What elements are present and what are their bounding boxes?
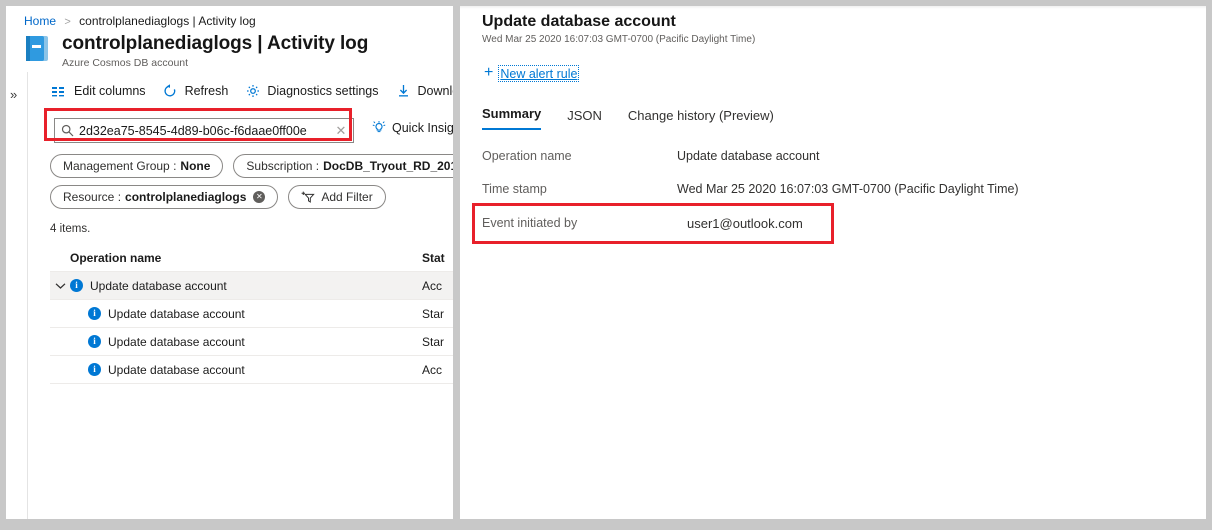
diagnostics-settings-button[interactable]: Diagnostics settings <box>244 84 378 99</box>
filter-value-resource: controlplanediaglogs <box>125 190 246 204</box>
table-header-row: Operation name Stat <box>50 244 453 272</box>
tab-summary[interactable]: Summary <box>482 106 541 130</box>
status-cell: Star <box>422 307 453 321</box>
detail-label-operation-name: Operation name <box>482 149 572 163</box>
info-icon: i <box>88 307 101 320</box>
column-header-status[interactable]: Stat <box>422 251 453 265</box>
diagnostics-settings-label: Diagnostics settings <box>267 84 378 98</box>
filter-label-subscription: Subscription : <box>246 159 319 173</box>
status-cell: Acc <box>422 363 453 377</box>
operation-name-cell: Update database account <box>108 363 245 377</box>
info-icon: i <box>70 279 83 292</box>
search-input[interactable]: 2d32ea75-8545-4d89-b06c-f6daae0ff00e ✕ <box>54 118 354 143</box>
detail-label-time-stamp: Time stamp <box>482 182 547 196</box>
add-filter-button[interactable]: Add Filter <box>288 185 385 209</box>
lightbulb-icon <box>372 121 386 135</box>
activity-log-pane: Home > controlplanediaglogs | Activity l… <box>6 6 453 519</box>
new-alert-rule-label: New alert rule <box>499 66 578 81</box>
tab-change-history[interactable]: Change history (Preview) <box>628 108 774 130</box>
table-row[interactable]: i Update database account Star <box>50 328 453 356</box>
refresh-icon <box>162 84 179 99</box>
columns-icon <box>51 84 68 99</box>
search-icon <box>55 124 79 137</box>
filter-pill-subscription[interactable]: Subscription : DocDB_Tryout_RD_201704 <box>233 154 453 178</box>
table-row[interactable]: i Update database account Acc <box>50 272 453 300</box>
command-toolbar: Edit columns Refresh <box>29 76 453 106</box>
operation-name-cell: Update database account <box>90 279 227 293</box>
breadcrumb-current: controlplanediaglogs | Activity log <box>79 14 256 28</box>
info-icon: i <box>88 363 101 376</box>
info-icon: i <box>88 335 101 348</box>
status-cell: Acc <box>422 279 453 293</box>
event-detail-blade: Update database account Wed Mar 25 2020 … <box>460 6 1206 519</box>
refresh-label: Refresh <box>185 84 229 98</box>
operation-name-cell: Update database account <box>108 335 245 349</box>
screenshot-frame: Home > controlplanediaglogs | Activity l… <box>0 0 1212 530</box>
filter-label-resource: Resource : <box>63 190 121 204</box>
page-header: controlplanediaglogs | Activity log Azur… <box>24 34 368 69</box>
gear-icon <box>244 84 261 99</box>
breadcrumb-separator-icon: > <box>64 16 70 28</box>
page-title: controlplanediaglogs | Activity log <box>62 34 368 53</box>
blade-subtitle-timestamp: Wed Mar 25 2020 16:07:03 GMT-0700 (Pacif… <box>482 34 755 45</box>
detail-label-event-initiated-by: Event initiated by <box>482 216 577 230</box>
download-icon <box>395 84 412 99</box>
filter-pill-management-group[interactable]: Management Group : None <box>50 154 223 178</box>
column-header-operation-name[interactable]: Operation name <box>70 251 161 265</box>
filter-value-subscription: DocDB_Tryout_RD_201704 <box>323 159 453 173</box>
edit-columns-label: Edit columns <box>74 84 146 98</box>
add-filter-label: Add Filter <box>321 190 372 204</box>
blade-title: Update database account <box>482 13 676 31</box>
expand-nav-chevron-icon[interactable]: » <box>10 88 17 101</box>
add-filter-icon <box>301 191 316 204</box>
breadcrumb: Home > controlplanediaglogs | Activity l… <box>24 14 256 28</box>
blade-tabs: Summary JSON Change history (Preview) <box>482 106 800 130</box>
new-alert-rule-button[interactable]: + New alert rule <box>484 65 578 81</box>
breadcrumb-home[interactable]: Home <box>24 14 56 28</box>
tab-json[interactable]: JSON <box>567 108 602 130</box>
filter-pill-resource[interactable]: Resource : controlplanediaglogs ✕ <box>50 185 278 209</box>
refresh-button[interactable]: Refresh <box>162 84 229 99</box>
plus-icon: + <box>484 65 493 81</box>
remove-resource-filter-icon[interactable]: ✕ <box>253 191 265 203</box>
search-input-value: 2d32ea75-8545-4d89-b06c-f6daae0ff00e <box>79 124 329 138</box>
table-row[interactable]: i Update database account Acc <box>50 356 453 384</box>
filter-pill-row-2: Resource : controlplanediaglogs ✕ Add Fi… <box>50 185 396 209</box>
filter-label-management-group: Management Group : <box>63 159 176 173</box>
download-as-csv-label: Download as C <box>418 84 453 98</box>
status-cell: Star <box>422 335 453 349</box>
detail-value-operation-name: Update database account <box>677 149 819 163</box>
activity-log-table: Operation name Stat i Update database ac… <box>50 244 453 384</box>
cosmos-db-account-icon <box>24 34 52 64</box>
quick-insights-button[interactable]: Quick Insights <box>372 121 453 135</box>
operation-name-cell: Update database account <box>108 307 245 321</box>
edit-columns-button[interactable]: Edit columns <box>51 84 146 99</box>
collapsed-nav-rail[interactable]: » <box>6 72 28 519</box>
download-as-csv-button[interactable]: Download as C <box>395 84 453 99</box>
detail-value-event-initiated-by: user1@outlook.com <box>687 216 803 231</box>
filter-pill-row-1: Management Group : None Subscription : D… <box>50 154 453 178</box>
filter-value-management-group: None <box>180 159 210 173</box>
quick-insights-label: Quick Insights <box>392 121 453 135</box>
items-count-label: 4 items. <box>50 223 90 235</box>
clear-search-icon[interactable]: ✕ <box>329 123 353 139</box>
table-row[interactable]: i Update database account Star <box>50 300 453 328</box>
detail-value-time-stamp: Wed Mar 25 2020 16:07:03 GMT-0700 (Pacif… <box>677 182 1019 196</box>
page-subtitle: Azure Cosmos DB account <box>62 58 368 69</box>
collapse-row-chevron-icon[interactable] <box>50 282 70 290</box>
